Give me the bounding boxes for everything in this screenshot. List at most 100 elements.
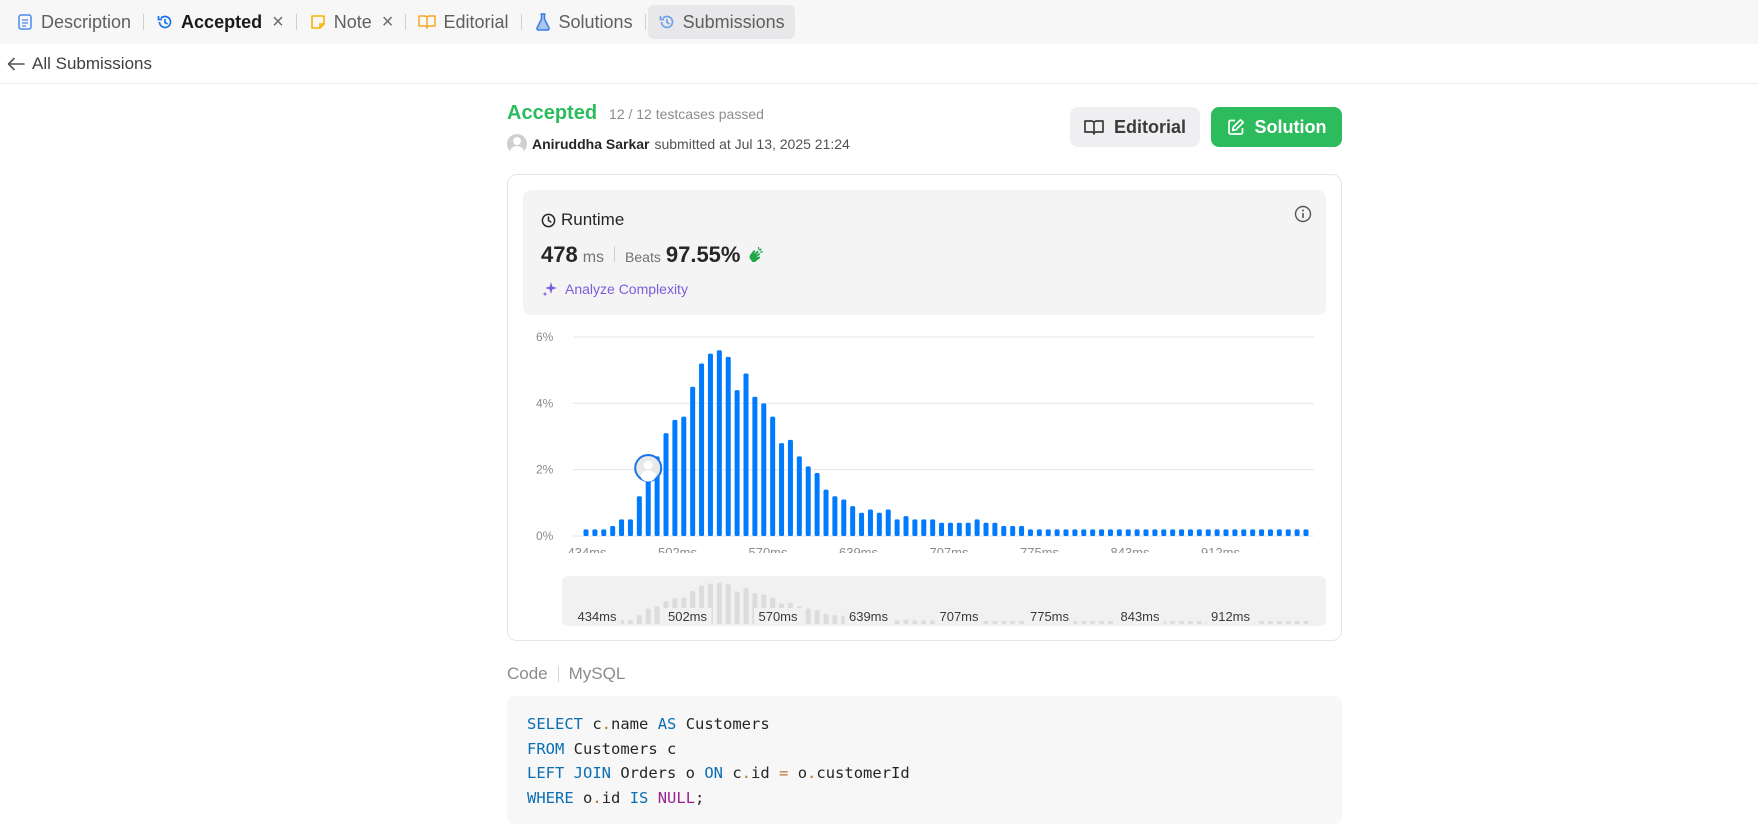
- histogram-bar[interactable]: [690, 386, 696, 536]
- histogram-bar[interactable]: [823, 489, 829, 536]
- histogram-bar[interactable]: [805, 466, 811, 536]
- histogram-bar[interactable]: [983, 522, 989, 536]
- histogram-bar[interactable]: [1116, 529, 1122, 536]
- editorial-button[interactable]: Editorial: [1070, 107, 1200, 147]
- tab-solutions[interactable]: Solutions: [524, 5, 643, 39]
- histogram-bar[interactable]: [707, 353, 713, 536]
- tab-note[interactable]: Note ×: [299, 5, 404, 39]
- histogram-bar[interactable]: [725, 356, 731, 536]
- histogram-bar[interactable]: [1303, 529, 1309, 536]
- histogram-bar[interactable]: [1285, 529, 1291, 536]
- histogram-bar[interactable]: [974, 519, 980, 536]
- histogram-bar[interactable]: [663, 433, 669, 536]
- histogram-bar[interactable]: [814, 472, 820, 536]
- histogram-bar[interactable]: [1170, 529, 1176, 536]
- histogram-bar[interactable]: [601, 529, 607, 536]
- histogram-bar[interactable]: [610, 526, 616, 536]
- close-icon[interactable]: ×: [272, 12, 284, 32]
- tab-editorial[interactable]: Editorial: [408, 5, 518, 39]
- histogram-bar[interactable]: [1152, 529, 1158, 536]
- histogram-bar[interactable]: [787, 439, 793, 536]
- histogram-bar[interactable]: [583, 529, 589, 536]
- close-icon[interactable]: ×: [382, 12, 394, 32]
- histogram-bar[interactable]: [796, 456, 802, 536]
- histogram-bar[interactable]: [939, 522, 945, 536]
- avatar[interactable]: [507, 134, 527, 154]
- histogram-bar[interactable]: [1099, 529, 1105, 536]
- histogram-bar[interactable]: [1276, 529, 1282, 536]
- histogram-bar[interactable]: [761, 403, 767, 536]
- histogram-bar[interactable]: [752, 396, 758, 536]
- histogram-bar[interactable]: [1196, 529, 1202, 536]
- histogram-bar[interactable]: [1294, 529, 1300, 536]
- histogram-bar[interactable]: [1214, 529, 1220, 536]
- chart-range-slider[interactable]: 434ms 502ms 570ms 639ms 707ms 775ms 843ms 912ms: [562, 576, 1326, 626]
- histogram-bar[interactable]: [1259, 529, 1265, 536]
- histogram-bar[interactable]: [1001, 526, 1007, 536]
- info-icon[interactable]: [1294, 205, 1312, 228]
- histogram-bar[interactable]: [885, 509, 891, 536]
- histogram-bar[interactable]: [841, 499, 847, 536]
- histogram-bar[interactable]: [1125, 529, 1131, 536]
- histogram-bar[interactable]: [1072, 529, 1078, 536]
- tab-description[interactable]: Description: [6, 5, 141, 39]
- histogram-bar[interactable]: [1241, 529, 1247, 536]
- histogram-bar[interactable]: [930, 519, 936, 536]
- histogram-bar[interactable]: [1036, 529, 1042, 536]
- histogram-bar[interactable]: [832, 496, 838, 536]
- histogram-bar[interactable]: [1090, 529, 1096, 536]
- histogram-bar[interactable]: [1143, 529, 1149, 536]
- arrow-left-icon[interactable]: [4, 52, 28, 76]
- histogram-bar[interactable]: [1063, 529, 1069, 536]
- histogram-bar[interactable]: [699, 363, 705, 536]
- histogram-bar[interactable]: [734, 390, 740, 536]
- histogram-bar[interactable]: [1010, 526, 1016, 536]
- histogram-bar[interactable]: [636, 496, 642, 536]
- histogram-bar[interactable]: [1250, 529, 1256, 536]
- histogram-bar[interactable]: [1081, 529, 1087, 536]
- histogram-bar[interactable]: [859, 512, 865, 536]
- histogram-bar[interactable]: [681, 416, 687, 536]
- histogram-bar[interactable]: [903, 516, 909, 536]
- code-block[interactable]: SELECT c.name AS Customers FROM Customers…: [507, 696, 1342, 824]
- mini-distribution-chart[interactable]: 434ms 502ms 570ms 639ms 707ms 775ms 843ms 912ms: [562, 576, 1326, 626]
- histogram-bar[interactable]: [894, 519, 900, 536]
- histogram-bar[interactable]: [779, 443, 785, 536]
- runtime-panel[interactable]: Runtime 478 ms Beats 97.55% Analyze Comp…: [523, 190, 1326, 315]
- histogram-bar[interactable]: [627, 519, 633, 536]
- histogram-bar[interactable]: [1027, 529, 1033, 536]
- histogram-bar[interactable]: [672, 419, 678, 536]
- all-submissions-link[interactable]: All Submissions: [32, 54, 152, 74]
- histogram-bar[interactable]: [912, 519, 918, 536]
- histogram-bar[interactable]: [956, 522, 962, 536]
- histogram-bar[interactable]: [1019, 526, 1025, 536]
- histogram-bar[interactable]: [850, 506, 856, 536]
- histogram-bar[interactable]: [992, 522, 998, 536]
- solution-button[interactable]: Solution: [1211, 107, 1342, 147]
- tab-accepted[interactable]: Accepted ×: [146, 5, 294, 39]
- histogram-bar[interactable]: [876, 512, 882, 536]
- histogram-bar[interactable]: [1223, 529, 1229, 536]
- username-link[interactable]: Aniruddha Sarkar: [532, 136, 649, 152]
- histogram-bar[interactable]: [770, 416, 776, 536]
- histogram-bar[interactable]: [1179, 529, 1185, 536]
- histogram-bar[interactable]: [716, 350, 722, 536]
- histogram-bar[interactable]: [1205, 529, 1211, 536]
- histogram-bar[interactable]: [592, 529, 598, 536]
- histogram-bar[interactable]: [1267, 529, 1273, 536]
- histogram-bar[interactable]: [743, 373, 749, 536]
- histogram-bar[interactable]: [1054, 529, 1060, 536]
- histogram-bar[interactable]: [1045, 529, 1051, 536]
- histogram-bar[interactable]: [619, 519, 625, 536]
- histogram-bar[interactable]: [965, 522, 971, 536]
- tab-submissions[interactable]: Submissions: [647, 5, 795, 39]
- histogram-bar[interactable]: [1232, 529, 1238, 536]
- analyze-complexity-button[interactable]: Analyze Complexity: [541, 280, 688, 298]
- histogram-bar[interactable]: [1107, 529, 1113, 536]
- histogram-bar[interactable]: [1161, 529, 1167, 536]
- histogram-bar[interactable]: [867, 509, 873, 536]
- histogram-bar[interactable]: [1134, 529, 1140, 536]
- runtime-distribution-chart[interactable]: 0% 2% 4% 6% 434ms 502ms 570ms 639ms 707ms 775ms 84…: [508, 323, 1343, 553]
- histogram-bar[interactable]: [1187, 529, 1193, 536]
- histogram-bar[interactable]: [921, 519, 927, 536]
